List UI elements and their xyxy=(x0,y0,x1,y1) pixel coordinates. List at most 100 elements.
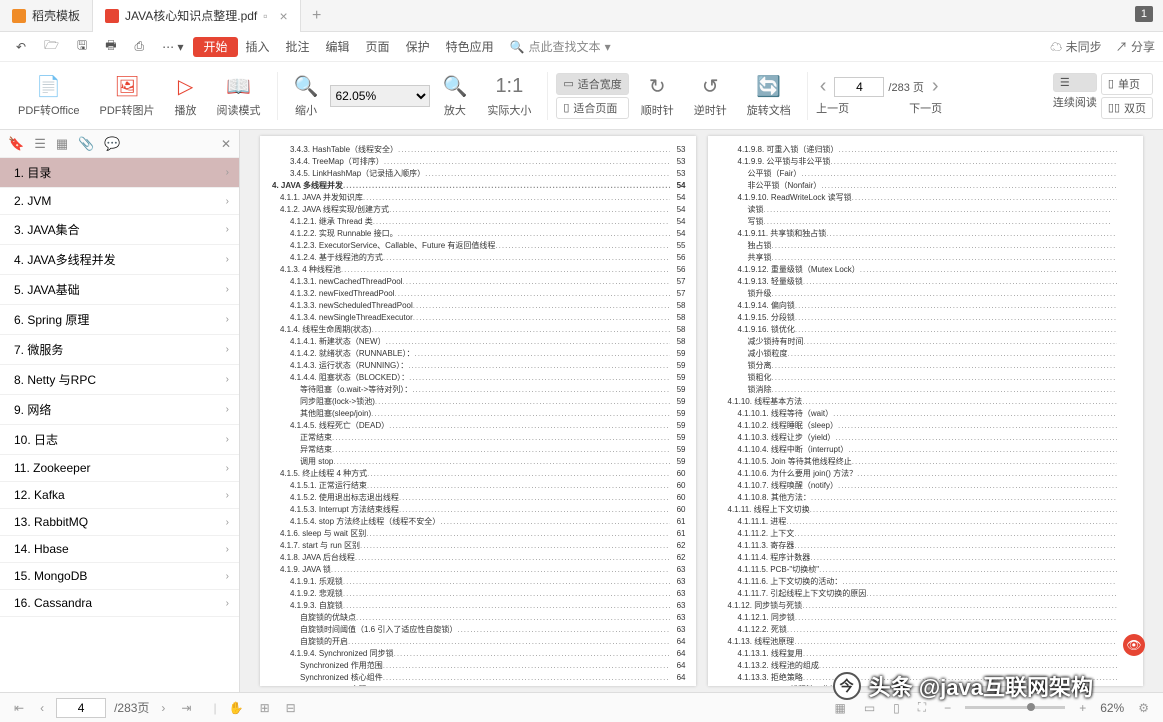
tab-menu-icon[interactable]: ▫ xyxy=(263,9,267,23)
outline-item[interactable]: 1. 目录› xyxy=(0,158,239,188)
outline-item[interactable]: 14. Hbase› xyxy=(0,536,239,563)
next-page-arrow[interactable]: › xyxy=(928,75,943,98)
zoom-slider[interactable] xyxy=(965,706,1065,709)
zoom-out-button[interactable]: 🔍缩小 xyxy=(286,74,327,118)
play-button[interactable]: ▷播放 xyxy=(167,74,205,118)
last-page-button[interactable]: ⇥ xyxy=(177,701,195,715)
attachments-icon[interactable]: 📎 xyxy=(78,136,94,152)
outline-label: 4. JAVA多线程并发 xyxy=(14,251,116,268)
menu-页面[interactable]: 页面 xyxy=(358,36,398,58)
toc-line: 减少锁持有时间.................................… xyxy=(718,336,1134,348)
fit-page-button[interactable]: ▯ 适合页面 xyxy=(556,97,628,119)
status-page-total: /283页 xyxy=(114,699,149,716)
outline-item[interactable]: 10. 日志› xyxy=(0,425,239,455)
actual-size-button[interactable]: 1:1实际大小 xyxy=(479,74,539,118)
settings-icon[interactable]: ⚙ xyxy=(1134,701,1153,715)
toc-line: 读锁......................................… xyxy=(718,204,1134,216)
rotate-ccw-button[interactable]: ↺逆时针 xyxy=(686,74,735,118)
outline-item[interactable]: 15. MongoDB› xyxy=(0,563,239,590)
double-page-button[interactable]: ▯▯ 双页 xyxy=(1101,97,1153,119)
tab-0[interactable]: 稻壳模板 xyxy=(0,0,93,32)
share-button[interactable]: ↗ 分享 xyxy=(1116,38,1155,55)
zoom-in-button[interactable]: 🔍放大 xyxy=(434,74,475,118)
outline-item[interactable]: 9. 网络› xyxy=(0,395,239,425)
outline-item[interactable]: 4. JAVA多线程并发› xyxy=(0,245,239,275)
layout3-icon[interactable]: ▯ xyxy=(889,701,904,715)
outline-item[interactable]: 16. Cassandra› xyxy=(0,590,239,617)
fullscreen-icon[interactable]: ⛶ xyxy=(914,700,930,715)
toc-line: 4.1.4.2. 就绪状态（RUNNABLE）：................… xyxy=(270,348,686,360)
toc-line: 3.4.3. HashTable（线程安全）..................… xyxy=(270,144,686,156)
outline-item[interactable]: 8. Netty 与RPC› xyxy=(0,365,239,395)
toc-line: 4.1.5. 终止线程 4 种方式.......................… xyxy=(270,468,686,480)
tab-1[interactable]: JAVA核心知识点整理.pdf▫× xyxy=(93,0,301,32)
save-icon[interactable]: 🖫 xyxy=(69,32,95,61)
view-mode-icon[interactable]: 👁 xyxy=(1123,634,1145,656)
prev-page-button[interactable]: ‹ xyxy=(36,701,48,715)
outline-item[interactable]: 13. RabbitMQ› xyxy=(0,509,239,536)
toc-line: 公平锁（Fair）...............................… xyxy=(718,168,1134,180)
select-tool-icon[interactable]: ⊞ xyxy=(256,701,274,715)
document-view[interactable]: 3.4.3. HashTable（线程安全）..................… xyxy=(240,130,1163,692)
outline-item[interactable]: 12. Kafka› xyxy=(0,482,239,509)
toc-line: 4.1.4.3. 运行状态（RUNNING）：.................… xyxy=(270,360,686,372)
outline-item[interactable]: 2. JVM› xyxy=(0,188,239,215)
outline-item[interactable]: 11. Zookeeper› xyxy=(0,455,239,482)
preview-icon[interactable]: ⎙ xyxy=(127,35,153,58)
next-page-button[interactable]: › xyxy=(157,701,169,715)
menu-插入[interactable]: 插入 xyxy=(238,36,278,58)
folder-icon[interactable]: 🗁 xyxy=(36,32,67,61)
toc-line: 4.1.4.4. 阻塞状态（BLOCKED）：.................… xyxy=(270,372,686,384)
outline-item[interactable]: 6. Spring 原理› xyxy=(0,305,239,335)
notification-badge[interactable]: 1 xyxy=(1135,6,1153,22)
pdf-to-office-button[interactable]: 📄PDF转Office xyxy=(10,74,88,118)
status-page-input[interactable] xyxy=(56,698,106,718)
zoom-in-status[interactable]: + xyxy=(1075,701,1090,715)
page-input[interactable] xyxy=(834,77,884,97)
next-page-label[interactable]: 下一页 xyxy=(909,100,942,116)
prev-page-arrow[interactable]: ‹ xyxy=(816,75,831,98)
annotation-tool-icon[interactable]: ⊟ xyxy=(282,701,300,715)
zoom-out-status[interactable]: − xyxy=(940,701,955,715)
prev-page-label[interactable]: 上一页 xyxy=(816,100,849,116)
chevron-right-icon: › xyxy=(226,490,229,501)
close-icon[interactable]: × xyxy=(280,8,288,24)
sidebar-close-icon[interactable]: ✕ xyxy=(221,137,231,151)
thumbnails-icon[interactable]: ▦ xyxy=(56,136,68,152)
single-page-button[interactable]: ▯ 单页 xyxy=(1101,73,1153,95)
menu-特色应用[interactable]: 特色应用 xyxy=(438,36,502,58)
first-page-button[interactable]: ⇤ xyxy=(10,701,28,715)
sync-status[interactable]: ☁ 未同步 xyxy=(1050,38,1101,55)
menu-保护[interactable]: 保护 xyxy=(398,36,438,58)
hand-tool-icon[interactable]: ✋ xyxy=(225,701,248,715)
toc-line: 4.1.2.2. 实现 Runnable 接口。................… xyxy=(270,228,686,240)
outline-item[interactable]: 5. JAVA基础› xyxy=(0,275,239,305)
menu-批注[interactable]: 批注 xyxy=(278,36,318,58)
pdf-to-image-button[interactable]: 🖼PDF转图片 xyxy=(92,74,163,118)
bookmark-panel-icon[interactable]: 🔖 xyxy=(8,136,24,152)
fit-width-button[interactable]: ▭ 适合宽度 xyxy=(556,73,628,95)
menu-编辑[interactable]: 编辑 xyxy=(318,36,358,58)
outline-label: 10. 日志 xyxy=(14,431,58,448)
comments-icon[interactable]: 💬 xyxy=(104,136,120,152)
search-box[interactable]: 🔍 点此查找文本 ▾ xyxy=(510,38,611,55)
layout-icon[interactable]: ▦ xyxy=(830,701,849,715)
toc-line: 4.1.13.1. 线程复用..........................… xyxy=(718,648,1134,660)
rotate-doc-button[interactable]: 🔄旋转文档 xyxy=(739,74,799,118)
layout2-icon[interactable]: ▭ xyxy=(860,701,879,715)
continuous-mode-button[interactable]: ☰ xyxy=(1053,73,1097,92)
print-icon[interactable]: 🖶 xyxy=(97,32,124,61)
outline-item[interactable]: 3. JAVA集合› xyxy=(0,215,239,245)
outline-item[interactable]: 7. 微服务› xyxy=(0,335,239,365)
zoom-select[interactable]: 62.05% xyxy=(330,85,430,107)
more-icon[interactable]: ⋯ ▾ xyxy=(154,36,191,58)
toc-line: 4.1.9.13. 轻量级锁..........................… xyxy=(718,276,1134,288)
rotate-cw-button[interactable]: ↻顺时针 xyxy=(633,74,682,118)
new-tab-button[interactable]: + xyxy=(301,7,333,25)
tab-icon xyxy=(105,9,119,23)
toc-line: 4.1.10.7. 线程唤醒（notify）..................… xyxy=(718,480,1134,492)
menu-开始[interactable]: 开始 xyxy=(193,37,237,57)
read-mode-button[interactable]: 📖阅读模式 xyxy=(209,74,269,118)
undo-icon[interactable]: ↶ xyxy=(8,36,34,58)
outline-icon[interactable]: ☰ xyxy=(34,136,46,152)
